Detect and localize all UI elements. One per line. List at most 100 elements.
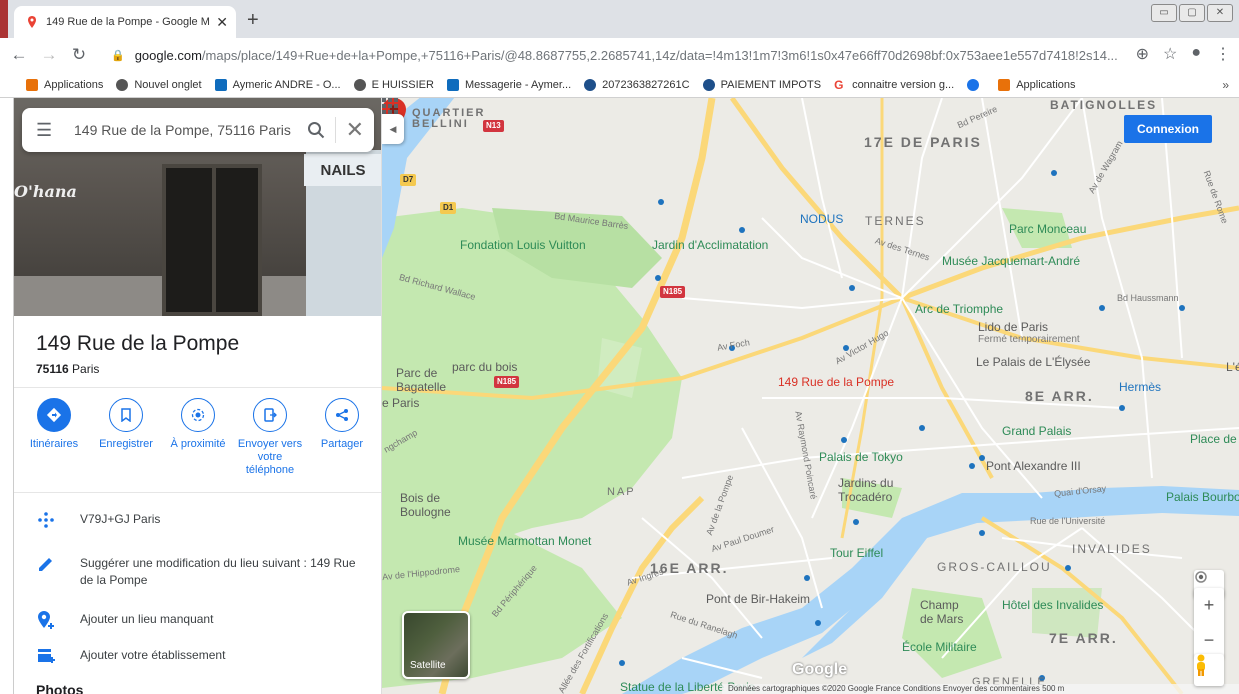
photo-sign-ohana: O'hana: [14, 182, 77, 201]
tab-close-icon[interactable]: ✕: [216, 14, 228, 31]
add-missing-place-row[interactable]: Ajouter un lieu manquant: [14, 608, 381, 644]
map-place[interactable]: Lido de Paris: [978, 320, 1048, 334]
more-bookmarks-icon[interactable]: »: [1222, 78, 1229, 92]
share-icon: [325, 398, 359, 432]
suggest-edit-row[interactable]: Suggérer une modification du lieu suivan…: [14, 552, 381, 608]
browser-menu-icon[interactable]: ⋮: [1215, 44, 1231, 64]
map-poi[interactable]: Parc Monceau: [1009, 222, 1086, 236]
bookmark-item[interactable]: PAIEMENT IMPOTS: [702, 78, 822, 91]
bookmark-item[interactable]: E HUISSIER: [353, 78, 434, 91]
address-bar[interactable]: 🔒 google.com/maps/place/149+Rue+de+la+Po…: [111, 41, 1171, 69]
map-place[interactable]: Champ de Mars: [920, 598, 970, 626]
bookmarks-bar: Applications Nouvel onglet Aymeric ANDRE…: [0, 72, 1239, 98]
map-poi[interactable]: Musée Jacquemart-André: [942, 254, 1080, 268]
search-input[interactable]: [74, 122, 297, 138]
map-poi[interactable]: Fondation Louis Vuitton: [460, 238, 586, 252]
map-label-district: GROS-CAILLOU: [937, 560, 1052, 574]
add-business-icon: [38, 649, 55, 663]
map-label-district: NAP: [607, 486, 636, 498]
profile-icon[interactable]: ●: [1191, 44, 1201, 64]
plus-code-row[interactable]: V79J+GJ Paris: [14, 508, 381, 552]
map-place[interactable]: Pont Alexandre III: [986, 459, 1081, 473]
send-to-phone-button[interactable]: Envoyer vers votre téléphone: [237, 398, 303, 477]
bookmark-label: PAIEMENT IMPOTS: [720, 78, 822, 91]
bookmark-item[interactable]: Aymeric ANDRE - O...: [214, 78, 341, 91]
sign-in-button[interactable]: Connexion: [1124, 115, 1212, 143]
road-label: Bd Haussmann: [1117, 293, 1179, 303]
bookmark-item[interactable]: 2072363827261C: [584, 78, 690, 91]
bookmark-item[interactable]: Gconnaitre version g...: [834, 78, 954, 91]
postcode: 75116: [36, 362, 69, 376]
photo-sign-nails: NAILS: [304, 154, 381, 186]
maximize-button[interactable]: ▢: [1179, 4, 1205, 22]
forward-button[interactable]: →: [38, 45, 60, 65]
map-place: Bois de Boulogne: [400, 491, 451, 519]
collapse-panel-button[interactable]: ◀: [382, 114, 404, 144]
map-place[interactable]: NODUS: [800, 212, 843, 226]
directions-button[interactable]: Itinéraires: [21, 398, 87, 477]
map-graphics: [382, 98, 1239, 694]
save-button[interactable]: Enregistrer: [93, 398, 159, 477]
reload-button[interactable]: ↻: [68, 45, 90, 65]
bookmark-item[interactable]: Messagerie - Aymer...: [446, 78, 571, 91]
nearby-button[interactable]: À proximité: [165, 398, 231, 477]
zoom-in-button[interactable]: +: [1194, 588, 1224, 623]
pegman-icon: [1197, 654, 1205, 676]
map-place[interactable]: Jardins du Trocadéro: [838, 476, 908, 504]
map-place: L'é: [1226, 360, 1239, 374]
search-icon[interactable]: [307, 121, 325, 139]
satellite-toggle[interactable]: Satellite: [402, 611, 470, 679]
gear-icon: [967, 78, 980, 91]
share-button[interactable]: Partager: [309, 398, 375, 477]
close-window-button[interactable]: ✕: [1207, 4, 1233, 22]
zoom-out-button[interactable]: −: [1194, 623, 1224, 658]
search-divider: [334, 117, 336, 143]
hamburger-menu-icon[interactable]: ☰: [36, 120, 56, 141]
map-place[interactable]: Le Palais de L'Élysée: [976, 355, 1090, 369]
bookmark-item[interactable]: [967, 78, 985, 91]
new-tab-button[interactable]: +: [247, 9, 259, 32]
map-poi[interactable]: Arc de Triomphe: [915, 302, 1003, 316]
map-poi[interactable]: Palais de Tokyo: [819, 450, 903, 464]
map-poi[interactable]: Tour Eiffel: [830, 546, 883, 560]
road-shield: N185: [660, 286, 686, 298]
map-poi[interactable]: Place de: [1190, 432, 1237, 446]
minimize-button[interactable]: ▭: [1151, 4, 1177, 22]
map-place: Fermé temporairement: [978, 334, 1080, 345]
map-place: TERNES: [865, 214, 926, 228]
plus-code-icon: [38, 512, 54, 528]
bookmark-label: E HUISSIER: [371, 78, 434, 91]
map-poi[interactable]: Hôtel des Invalides: [1002, 598, 1103, 612]
row-text: Suggérer une modification du lieu suivan…: [80, 556, 356, 587]
map-poi[interactable]: Palais Bourbo: [1166, 490, 1239, 504]
browser-tab[interactable]: 149 Rue de la Pompe - Google M ✕: [14, 6, 236, 38]
map-place: parc du bois: [452, 360, 518, 374]
street-view-button[interactable]: [1194, 654, 1224, 686]
bookmark-star-icon[interactable]: ☆: [1163, 44, 1177, 64]
bookmark-item[interactable]: Nouvel onglet: [116, 78, 202, 91]
url-host: google.com: [134, 47, 202, 63]
bookmark-item[interactable]: Applications: [26, 78, 103, 91]
map-canvas[interactable]: N13 D7 D1 N185 N185 17E DE PARIS 8E ARR.…: [382, 98, 1239, 694]
bookmark-item[interactable]: Applications: [998, 78, 1076, 91]
map-place: Parc de Bagatelle: [396, 366, 447, 394]
window-controls: ▭ ▢ ✕: [1151, 4, 1233, 22]
circle-icon: [702, 78, 715, 91]
bookmark-label: Nouvel onglet: [134, 78, 202, 91]
install-icon[interactable]: ⊕: [1136, 44, 1149, 64]
map-poi[interactable]: École Militaire: [902, 640, 977, 654]
screen: 149 Rue de la Pompe - Google M ✕ + ▭ ▢ ✕…: [0, 0, 1239, 694]
map-place[interactable]: Hermès: [1119, 380, 1161, 394]
map-label-district: QUARTIER BELLINI: [412, 107, 486, 130]
selected-place-label[interactable]: 149 Rue de la Pompe: [778, 375, 894, 389]
map-poi[interactable]: Jardin d'Acclimatation: [652, 238, 768, 252]
back-button[interactable]: ←: [8, 45, 30, 65]
place-panel: O'hana NAILS ☰ ✕ 149 Rue de la Pompe 751…: [14, 98, 382, 694]
map-poi[interactable]: Grand Palais: [1002, 424, 1071, 438]
outlook-icon: [214, 78, 227, 91]
google-apps-icon[interactable]: [382, 98, 398, 114]
google-g-icon: G: [834, 78, 847, 91]
clear-search-icon[interactable]: ✕: [346, 117, 364, 143]
map-place[interactable]: Pont de Bir-Hakeim: [706, 592, 810, 606]
map-poi[interactable]: Musée Marmottan Monet: [458, 534, 591, 548]
